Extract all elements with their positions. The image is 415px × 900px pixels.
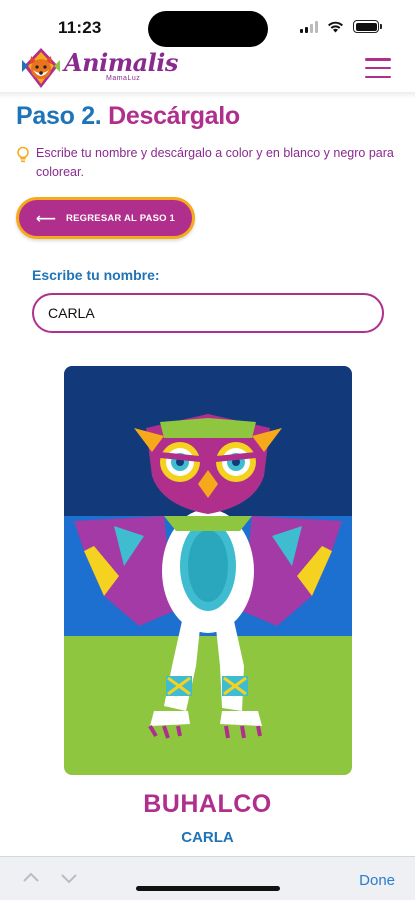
header-divider xyxy=(0,92,415,98)
name-input[interactable] xyxy=(32,293,384,333)
step-title: Paso 2. Descárgalo xyxy=(16,102,240,131)
owner-name: CARLA xyxy=(181,829,234,846)
battery-icon xyxy=(353,20,382,33)
status-time: 11:23 xyxy=(58,18,102,37)
signal-icon xyxy=(300,20,318,33)
logo-wordmark: Animalis xyxy=(64,48,178,77)
hamburger-menu-icon[interactable] xyxy=(365,58,391,78)
chevron-down-icon[interactable] xyxy=(60,869,78,887)
animal-name: BUHALCO xyxy=(143,790,272,818)
step-number: Paso 2. xyxy=(16,102,102,130)
arrow-left-icon: ⟵ xyxy=(35,209,57,226)
step-name: Descárgalo xyxy=(108,102,240,130)
logo-subtitle: MamaLuz xyxy=(106,75,141,82)
chevron-up-icon[interactable] xyxy=(22,869,40,887)
status-icons xyxy=(300,20,382,33)
site-header: Animalis MamaLuz xyxy=(0,44,415,96)
hint: Escribe tu nombre y descárgalo a color y… xyxy=(16,144,406,182)
animal-artwork xyxy=(64,366,352,775)
dynamic-island xyxy=(148,11,268,47)
lightbulb-icon xyxy=(17,146,29,163)
hint-text: Escribe tu nombre y descárgalo a color y… xyxy=(36,146,394,179)
wifi-icon xyxy=(328,21,343,32)
back-button-label: REGRESAR AL PASO 1 xyxy=(66,212,176,224)
animalis-logo[interactable]: Animalis MamaLuz xyxy=(20,44,178,92)
status-bar: 11:23 xyxy=(0,0,415,50)
fox-logo-icon xyxy=(22,48,60,88)
name-field-label: Escribe tu nombre: xyxy=(32,267,160,283)
keyboard-accessory-bar: Done xyxy=(0,856,415,900)
back-to-step-1-button[interactable]: ⟵ REGRESAR AL PASO 1 xyxy=(16,197,195,239)
home-indicator xyxy=(136,886,280,891)
done-button[interactable]: Done xyxy=(359,872,395,889)
